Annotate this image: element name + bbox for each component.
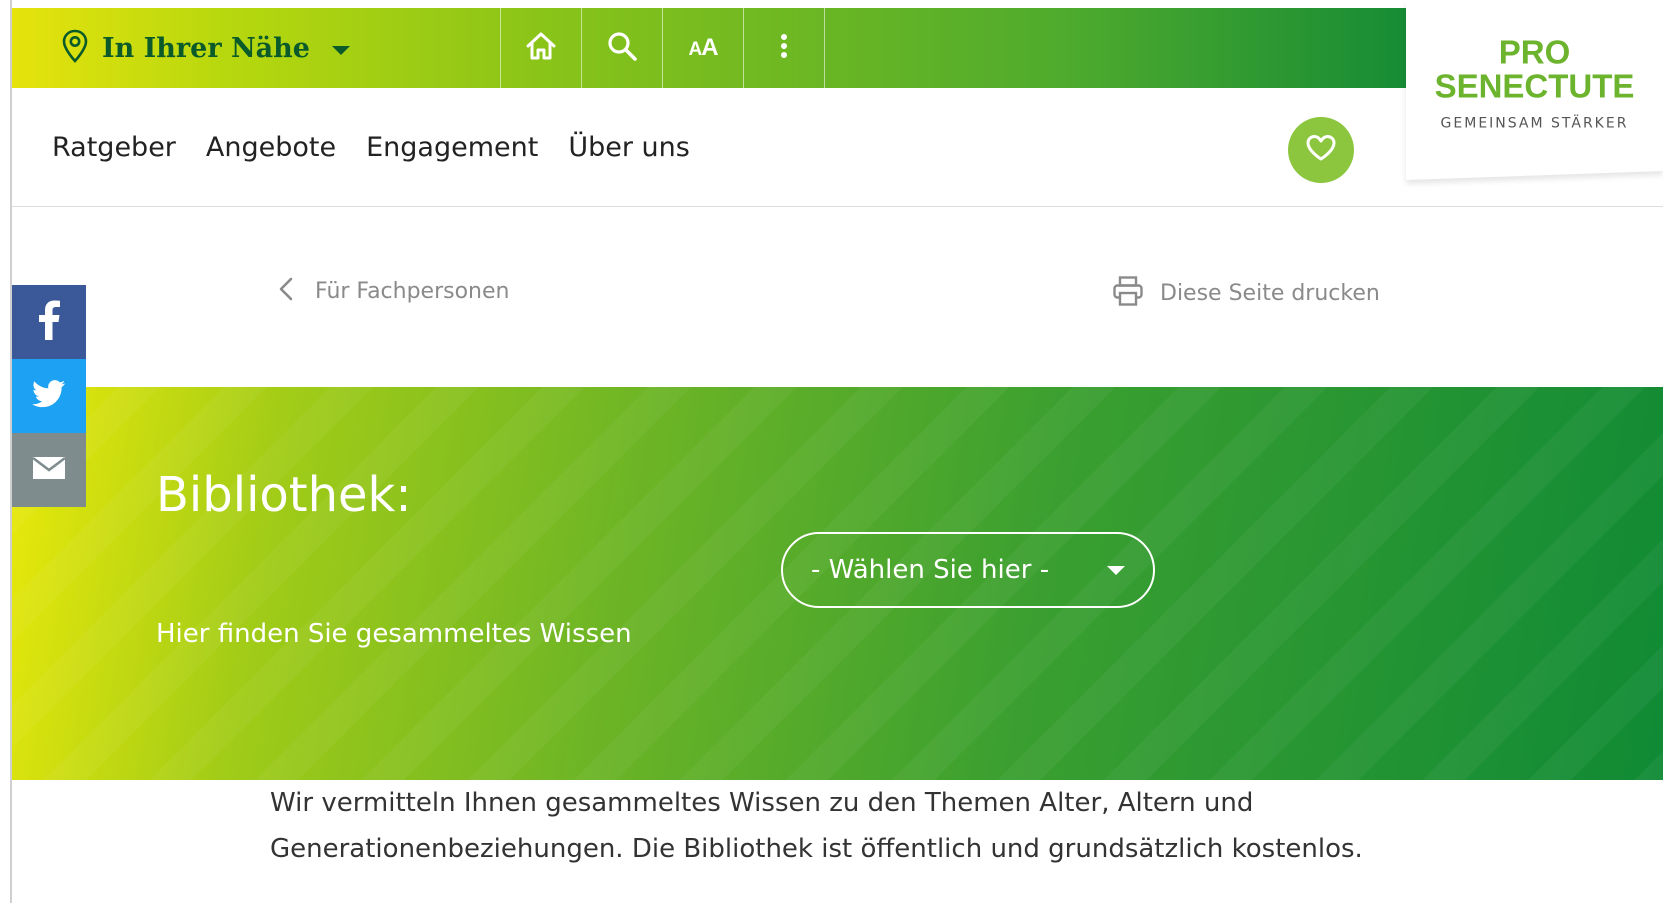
back-link-label: Für Fachpersonen xyxy=(315,279,510,304)
print-page-link[interactable]: Diese Seite drucken xyxy=(1112,275,1380,312)
heart-icon xyxy=(1305,134,1337,167)
home-icon xyxy=(525,31,557,66)
nav-item-ueber-uns[interactable]: Über uns xyxy=(568,132,690,163)
quick-tools: AA xyxy=(500,8,825,88)
page: In Ihrer Nähe AA PRO SENECTUTE GEMEINSAM… xyxy=(0,0,1663,903)
page-title: Bibliothek: xyxy=(156,467,412,523)
font-size-button[interactable]: AA xyxy=(662,8,743,88)
share-facebook-button[interactable] xyxy=(12,285,86,359)
email-icon xyxy=(32,456,66,485)
logo-line-pro: PRO xyxy=(1498,33,1571,71)
print-page-label: Diese Seite drucken xyxy=(1160,281,1380,306)
more-vertical-icon xyxy=(780,33,788,64)
breadcrumb: Für Fachpersonen Diese Seite drucken xyxy=(12,207,1663,387)
logo-tagline: GEMEINSAM STÄRKER xyxy=(1440,115,1629,132)
logo[interactable]: PRO SENECTUTE GEMEINSAM STÄRKER xyxy=(1406,0,1663,181)
printer-icon xyxy=(1112,275,1144,312)
nav-item-angebote[interactable]: Angebote xyxy=(206,132,336,163)
select-value: - Wählen Sie hier - xyxy=(811,555,1050,585)
chevron-down-icon xyxy=(331,45,350,55)
share-email-button[interactable] xyxy=(12,433,86,507)
location-pin-icon xyxy=(62,29,88,68)
hero-banner: Bibliothek: - Wählen Sie hier - Hier fin… xyxy=(12,387,1663,780)
library-category-select[interactable]: - Wählen Sie hier - xyxy=(781,532,1155,608)
chevron-left-icon xyxy=(279,277,293,306)
chevron-down-icon xyxy=(1107,565,1125,575)
search-icon xyxy=(606,30,638,67)
search-button[interactable] xyxy=(581,8,662,88)
font-size-icon: AA xyxy=(688,34,718,61)
location-selector[interactable]: In Ihrer Nähe xyxy=(62,8,350,88)
social-share-bar xyxy=(12,285,86,507)
nav-item-ratgeber[interactable]: Ratgeber xyxy=(52,132,176,163)
page-subtitle: Hier finden Sie gesammeltes Wissen xyxy=(156,619,632,649)
facebook-icon xyxy=(37,300,61,345)
twitter-icon xyxy=(32,379,66,413)
share-twitter-button[interactable] xyxy=(12,359,86,433)
location-label: In Ihrer Nähe xyxy=(102,32,310,64)
nav-item-engagement[interactable]: Engagement xyxy=(366,132,538,163)
logo-line-senectute: SENECTUTE xyxy=(1434,67,1635,105)
utility-bar: In Ihrer Nähe AA xyxy=(12,8,1412,88)
intro-paragraph: Wir vermitteln Ihnen gesammeltes Wissen … xyxy=(270,788,1363,864)
more-button[interactable] xyxy=(743,8,825,88)
browser-edge xyxy=(0,0,12,903)
back-link[interactable]: Für Fachpersonen xyxy=(279,277,509,306)
home-button[interactable] xyxy=(500,8,581,88)
favorites-button[interactable] xyxy=(1288,117,1354,183)
